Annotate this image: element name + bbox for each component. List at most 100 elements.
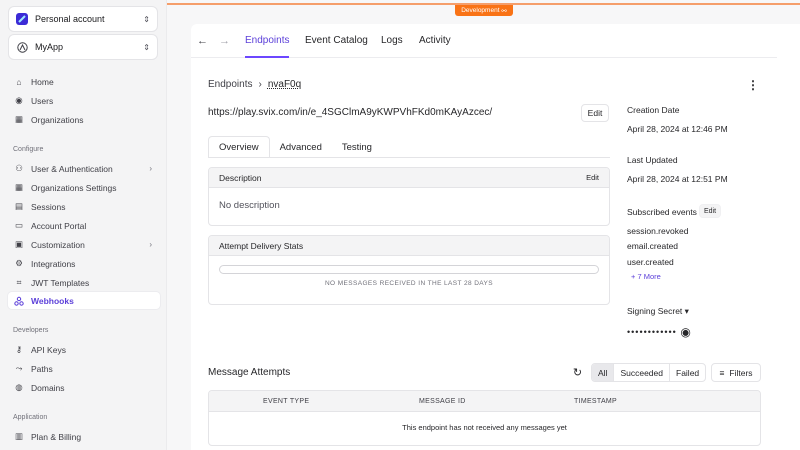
nav-plan-billing[interactable]: ▥ Plan & Billing [8, 428, 160, 445]
nav-webhooks[interactable]: Webhooks [8, 292, 160, 309]
nav-account-portal[interactable]: ▭ Account Portal [8, 217, 160, 234]
app-logo-icon [16, 41, 28, 53]
building-icon: ▦ [14, 114, 24, 124]
edit-events-button[interactable]: Edit [699, 204, 721, 218]
breadcrumb-endpoints[interactable]: Endpoints [208, 79, 252, 90]
nav-sessions[interactable]: ▤ Sessions [8, 198, 160, 215]
nav-home[interactable]: ⌂ Home [8, 73, 160, 90]
sub-tabs: Overview Advanced Testing [208, 136, 382, 158]
description-value: No description [219, 200, 280, 211]
stats-empty-text: NO MESSAGES RECEIVED IN THE LAST 28 DAYS [324, 280, 494, 287]
col-message-id: MESSAGE ID [419, 398, 466, 405]
nav-label: Customization [31, 239, 85, 250]
last-updated-label: Last Updated [627, 155, 678, 165]
endpoint-url: https://play.svix.com/in/e_4SGClmA9yKWPV… [208, 107, 493, 118]
event-item: session.revoked [627, 226, 689, 236]
stats-title: Attempt Delivery Stats [219, 240, 304, 251]
nav-label: Account Portal [31, 220, 87, 231]
event-item: email.created [627, 241, 679, 251]
signing-secret-toggle[interactable]: Signing Secret ▾ [627, 306, 689, 317]
nav-customization[interactable]: ▣ Customization › [8, 236, 160, 253]
section-developers: Developers [13, 327, 49, 334]
last-updated-value: April 28, 2024 at 12:51 PM [627, 174, 728, 184]
signing-secret: •••••••••••• ◉ [627, 324, 692, 339]
nav-users[interactable]: ◉ Users [8, 92, 160, 109]
more-options-icon[interactable]: ⋮ [747, 78, 759, 92]
more-events-link[interactable]: + 7 More [631, 272, 661, 281]
filter-failed[interactable]: Failed [669, 364, 705, 381]
nav-label: Users [31, 95, 54, 106]
description-panel: Description Edit No description [208, 167, 610, 226]
sidebar: Personal account ⇕ MyApp ⇕ ⌂ Home ◉ Users … [0, 0, 166, 450]
breadcrumb-endpoint-id[interactable]: nvaF0q [268, 79, 301, 90]
nav-organizations[interactable]: ▦ Organizations [8, 111, 160, 128]
table-header: EVENT TYPE MESSAGE ID TIMESTAMP [209, 391, 760, 412]
settings-icon: ⚯ [501, 7, 507, 15]
eye-icon[interactable]: ◉ [680, 325, 691, 339]
user-circle-icon: ◉ [15, 95, 23, 105]
filters-label: Filters [729, 367, 753, 378]
account-logo-icon [16, 13, 28, 25]
filter-succeeded[interactable]: Succeeded [613, 364, 669, 381]
tab-event-catalog[interactable]: Event Catalog [305, 35, 368, 58]
chevron-right-icon: › [149, 164, 152, 173]
path-icon: ⤳ [15, 363, 23, 373]
environment-badge: Development ⚯ [455, 5, 513, 16]
edit-description-button[interactable]: Edit [586, 173, 599, 182]
nav-label: API Keys [31, 344, 66, 355]
nav-org-settings[interactable]: ▦ Organizations Settings [8, 179, 160, 196]
nav-api-keys[interactable]: ⚷ API Keys [8, 341, 160, 358]
portal-icon: ▭ [14, 220, 24, 230]
tab-logs[interactable]: Logs [381, 35, 403, 58]
chevron-updown-icon: ⇕ [143, 42, 150, 52]
forward-arrow-icon[interactable]: → [219, 35, 230, 47]
billing-icon: ▥ [14, 431, 24, 441]
nav-label: JWT Templates [31, 277, 90, 288]
nav-paths[interactable]: ⤳ Paths [8, 360, 160, 377]
back-arrow-icon[interactable]: ← [197, 35, 208, 47]
creation-date-value: April 28, 2024 at 12:46 PM [627, 124, 728, 134]
event-item: user.created [627, 257, 674, 267]
filter-all[interactable]: All [592, 364, 614, 381]
plug-icon: ⚙ [15, 258, 23, 268]
signing-secret-value: •••••••••••• [627, 327, 677, 337]
edit-url-button[interactable]: Edit [581, 104, 609, 122]
nav-integrations[interactable]: ⚙ Integrations [8, 255, 160, 272]
nav-label: Organizations Settings [31, 182, 117, 193]
filter-lines-icon: ≡ [719, 367, 725, 378]
app-switcher[interactable]: MyApp ⇕ [8, 34, 158, 60]
chevron-right-icon: › [258, 79, 262, 90]
nav-label: Integrations [31, 258, 76, 269]
creation-date-label: Creation Date [627, 105, 680, 115]
webhook-icon [14, 296, 24, 306]
stats-panel: Attempt Delivery Stats NO MESSAGES RECEI… [208, 235, 610, 305]
nav-user-auth[interactable]: ⚇ User & Authentication › [8, 160, 160, 177]
webhooks-card: ← → Endpoints Event Catalog Logs Activit… [191, 24, 800, 450]
divider [208, 157, 610, 158]
jwt-icon: ⌗ [16, 277, 22, 287]
status-filter: All Succeeded Failed [591, 363, 707, 382]
top-nav: ← → Endpoints Event Catalog Logs Activit… [191, 24, 777, 58]
col-timestamp: TIMESTAMP [574, 398, 618, 405]
tab-activity[interactable]: Activity [419, 35, 451, 58]
subtab-testing[interactable]: Testing [332, 136, 382, 158]
nav-domains[interactable]: ◍ Domains [8, 379, 160, 396]
subscribed-events-label: Subscribed events [627, 207, 697, 217]
section-configure: Configure [13, 146, 44, 153]
section-application: Application [13, 414, 48, 421]
filters-button[interactable]: ≡ Filters [711, 363, 761, 382]
nav-label: Paths [31, 363, 53, 374]
subtab-overview[interactable]: Overview [208, 136, 270, 158]
nav-label: Webhooks [31, 295, 74, 306]
palette-icon: ▣ [14, 239, 24, 249]
nav-label: Sessions [31, 201, 66, 212]
subtab-advanced[interactable]: Advanced [270, 136, 332, 158]
attempts-table: EVENT TYPE MESSAGE ID TIMESTAMP This end… [208, 390, 761, 446]
sessions-icon: ▤ [14, 201, 24, 211]
building-icon: ▦ [14, 182, 24, 192]
tab-endpoints[interactable]: Endpoints [245, 35, 290, 58]
account-switcher[interactable]: Personal account ⇕ [8, 6, 158, 32]
key-icon: ⚷ [15, 344, 23, 354]
refresh-icon[interactable]: ↻ [568, 363, 587, 382]
nav-jwt-templates[interactable]: ⌗ JWT Templates [8, 274, 160, 291]
